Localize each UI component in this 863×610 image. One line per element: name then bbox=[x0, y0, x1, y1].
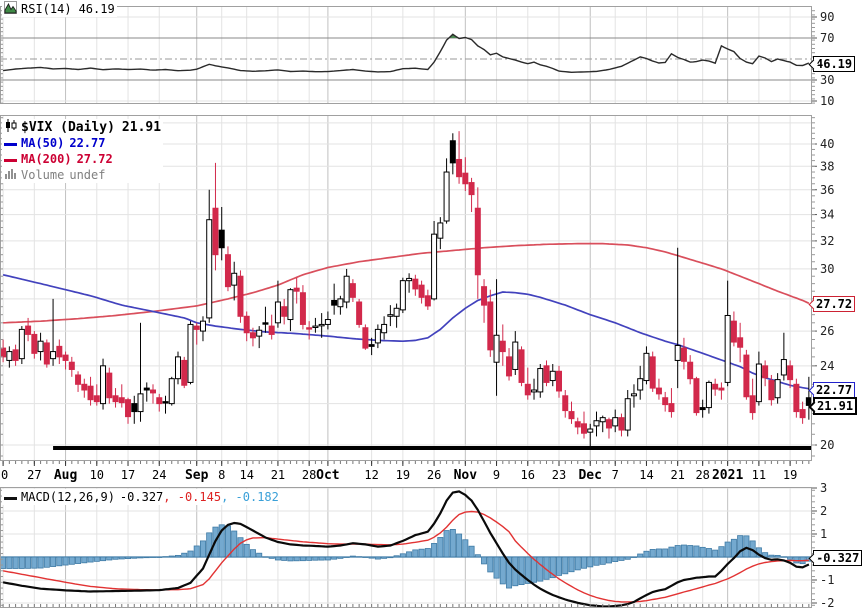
chart-svg: 90703010403836343230262420321-1-20 27 Aug 1… bbox=[0, 6, 834, 610]
svg-text:30: 30 bbox=[820, 262, 834, 276]
svg-text:14: 14 bbox=[639, 468, 653, 482]
svg-text:19: 19 bbox=[783, 468, 797, 482]
svg-text:2: 2 bbox=[820, 504, 827, 518]
svg-text:30: 30 bbox=[820, 73, 834, 87]
svg-text:70: 70 bbox=[820, 31, 834, 45]
stock-chart: 90 70 30 10 40 38 36 34 32 30 26 24 20 3 2 1 -1 -2 0 27 Aug 1… bbox=[0, 0, 863, 610]
svg-text:20: 20 bbox=[820, 438, 834, 452]
candlestick-icon bbox=[4, 118, 17, 136]
svg-text:-1: -1 bbox=[820, 573, 834, 587]
last-price: 21.91 bbox=[121, 119, 162, 135]
volume-value: undef bbox=[69, 168, 106, 182]
svg-text:27: 27 bbox=[27, 468, 41, 482]
macd-label: MACD(12,26,9) bbox=[21, 490, 115, 504]
svg-text:10: 10 bbox=[820, 94, 834, 108]
svg-text:26: 26 bbox=[820, 324, 834, 338]
svg-text:28: 28 bbox=[695, 468, 709, 482]
macd-legend: MACD(12,26,9) -0.327 , -0.145 , -0.182 bbox=[2, 489, 281, 505]
svg-text:36: 36 bbox=[820, 183, 834, 197]
rsi-legend: RSI(14) 46.19 bbox=[2, 1, 117, 17]
svg-text:16: 16 bbox=[521, 468, 535, 482]
svg-text:Dec: Dec bbox=[578, 468, 601, 483]
volume-label: Volume bbox=[21, 168, 65, 182]
ma200-value: 27.72 bbox=[76, 152, 113, 166]
svg-text:Aug: Aug bbox=[54, 468, 77, 483]
svg-text:0: 0 bbox=[1, 468, 8, 482]
rsi-value: 46.19 bbox=[78, 2, 115, 16]
area-chart-icon bbox=[4, 1, 17, 17]
macd-signal-value: , -0.145 bbox=[163, 490, 222, 504]
ma200-label: MA(200) bbox=[21, 152, 72, 166]
svg-text:1: 1 bbox=[820, 527, 827, 541]
svg-text:-2: -2 bbox=[820, 596, 834, 610]
ma200-line-icon bbox=[4, 152, 17, 166]
macd-hist-value: , -0.182 bbox=[221, 490, 279, 504]
svg-text:7: 7 bbox=[612, 468, 619, 482]
ma50-label: MA(50) bbox=[21, 136, 65, 150]
svg-text:10: 10 bbox=[90, 468, 104, 482]
svg-text:3: 3 bbox=[820, 481, 827, 495]
price-legend: $VIX (Daily) 21.91 MA(50) 22.77 MA(200) … bbox=[2, 118, 164, 183]
ma200-line bbox=[3, 242, 810, 324]
ma200-value-callout: 27.72 bbox=[813, 296, 856, 312]
macd-value-callout: -0.327 bbox=[813, 550, 863, 566]
svg-text:17: 17 bbox=[121, 468, 135, 482]
svg-text:40: 40 bbox=[820, 137, 834, 151]
rsi-label: RSI(14) bbox=[21, 2, 72, 16]
svg-text:9: 9 bbox=[493, 468, 500, 482]
ma50-value-callout: 22.77 bbox=[813, 382, 856, 398]
ma50-value: 22.77 bbox=[69, 136, 106, 150]
volume-bars-icon bbox=[4, 168, 17, 182]
svg-text:Oct: Oct bbox=[316, 468, 339, 483]
svg-text:2021: 2021 bbox=[712, 468, 743, 483]
svg-text:24: 24 bbox=[152, 468, 166, 482]
svg-text:19: 19 bbox=[396, 468, 410, 482]
svg-text:8: 8 bbox=[218, 468, 225, 482]
macd-plot bbox=[0, 490, 812, 608]
ma50-line-icon bbox=[4, 136, 17, 150]
svg-text:34: 34 bbox=[820, 208, 834, 222]
svg-text:Nov: Nov bbox=[454, 468, 478, 483]
macd-line-icon bbox=[4, 490, 17, 504]
macd-value: -0.327 bbox=[119, 490, 164, 504]
rsi-value-callout: 46.19 bbox=[813, 56, 856, 72]
svg-text:90: 90 bbox=[820, 10, 834, 24]
chart-canvas: 90 70 30 10 40 38 36 34 32 30 26 24 20 3 2 1 -1 -2 0 27 Aug 1… bbox=[0, 0, 863, 610]
svg-text:28: 28 bbox=[302, 468, 316, 482]
svg-text:14: 14 bbox=[239, 468, 253, 482]
svg-text:38: 38 bbox=[820, 159, 834, 173]
svg-text:11: 11 bbox=[752, 468, 766, 482]
svg-text:24: 24 bbox=[820, 359, 834, 373]
svg-text:12: 12 bbox=[364, 468, 378, 482]
svg-text:23: 23 bbox=[552, 468, 566, 482]
rsi-plot bbox=[3, 33, 810, 74]
svg-text:21: 21 bbox=[271, 468, 285, 482]
symbol-title: $VIX (Daily) bbox=[21, 119, 115, 135]
svg-text:21: 21 bbox=[670, 468, 684, 482]
last-price-callout: 21.91 bbox=[813, 397, 858, 415]
svg-text:26: 26 bbox=[427, 468, 441, 482]
svg-text:32: 32 bbox=[820, 234, 834, 248]
svg-text:Sep: Sep bbox=[185, 468, 209, 483]
